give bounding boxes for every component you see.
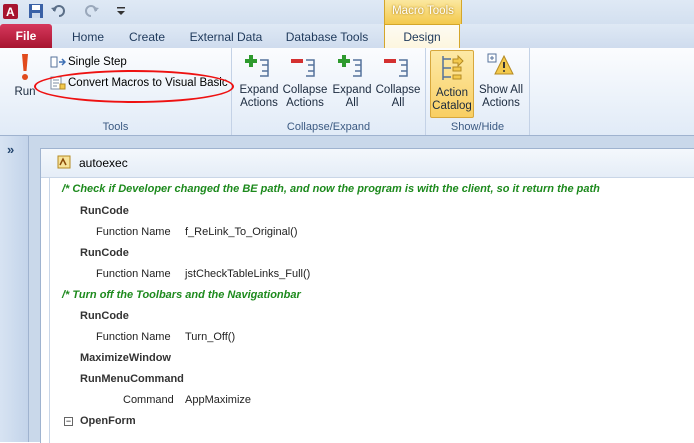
expand-actions-button[interactable]: Expand Actions [236, 52, 282, 110]
action-runcode[interactable]: RunCode [80, 310, 129, 322]
macro-document: autoexec /* Check if Developer changed t… [40, 148, 694, 443]
single-step-label: Single Step [68, 56, 127, 68]
argument-name: Command [123, 394, 174, 406]
show-all-actions-icon [487, 53, 514, 75]
tab-home[interactable]: Home [60, 24, 116, 48]
workspace: » autoexec /* Check if Developer changed… [0, 136, 694, 443]
customize-icon[interactable] [116, 3, 133, 20]
argument-name: Function Name [96, 331, 171, 343]
action-catalog-button[interactable]: Action Catalog [430, 50, 474, 118]
comment-line[interactable]: /* Check if Developer changed the BE pat… [62, 183, 600, 195]
argument-name: Function Name [96, 268, 171, 280]
action-catalog-label-1: Action [436, 87, 468, 99]
tab-design[interactable]: Design [384, 24, 460, 49]
show-all-actions-label-2: Actions [482, 97, 520, 109]
collapse-actions-label-2: Actions [286, 97, 324, 109]
expand-actions-icon [245, 55, 269, 77]
navigation-pane-collapsed: » [0, 136, 29, 442]
argument-value[interactable]: Turn_Off() [185, 331, 235, 343]
collapse-all-label-2: All [391, 97, 405, 109]
context-group-label: Macro Tools [392, 5, 454, 17]
collapse-expand-group-label: Collapse/Expand [286, 121, 371, 133]
action-runcode[interactable]: RunCode [80, 205, 129, 217]
quick-access-toolbar: A Macro Tools [0, 0, 694, 24]
single-step-button[interactable]: Single Step [50, 53, 127, 71]
document-tab-title: autoexec [79, 156, 128, 170]
single-step-icon [50, 56, 67, 68]
tools-group-label: Tools [102, 121, 129, 133]
show-hide-group-label: Show/Hide [450, 121, 505, 133]
macro-editor[interactable]: /* Check if Developer changed the BE pat… [49, 177, 694, 443]
expand-actions-label-1: Expand [239, 84, 279, 96]
collapse-actions-label-1: Collapse [282, 84, 328, 96]
action-catalog-label-2: Catalog [432, 100, 472, 112]
exclamation-icon [22, 54, 28, 80]
collapse-actions-icon [291, 59, 315, 77]
expand-all-icon [338, 55, 362, 77]
collapse-all-label-1: Collapse [375, 84, 421, 96]
svg-text:A: A [6, 5, 15, 19]
ribbon-tabs: File Home Create External Data Database … [0, 24, 694, 49]
expand-all-button[interactable]: Expand All [330, 52, 374, 110]
expand-all-label-1: Expand [332, 84, 372, 96]
tab-external-data[interactable]: External Data [180, 24, 272, 48]
tab-create[interactable]: Create [118, 24, 176, 48]
document-tab[interactable]: autoexec [41, 149, 694, 178]
run-button[interactable]: Run [8, 52, 42, 99]
expand-actions-label-2: Actions [240, 97, 278, 109]
action-openform[interactable]: OpenForm [80, 415, 136, 427]
collapse-toggle-icon[interactable]: − [64, 417, 73, 426]
nav-pane-toggle[interactable]: » [7, 142, 14, 157]
argument-value[interactable]: jstCheckTableLinks_Full() [185, 268, 310, 280]
collapse-actions-button[interactable]: Collapse Actions [282, 52, 328, 110]
show-hide-group: Action Catalog Show All Actions Show/Hid… [426, 48, 530, 135]
action-runmenucommand[interactable]: RunMenuCommand [80, 373, 184, 385]
undo-icon[interactable] [50, 3, 67, 20]
action-maximizewindow[interactable]: MaximizeWindow [80, 352, 171, 364]
argument-value[interactable]: AppMaximize [185, 394, 251, 406]
show-all-actions-button[interactable]: Show All Actions [476, 52, 526, 110]
macro-tools-context-group: Macro Tools [384, 0, 462, 24]
argument-name: Function Name [96, 226, 171, 238]
redo-icon[interactable] [82, 3, 99, 20]
expand-all-label-2: All [345, 97, 359, 109]
comment-line[interactable]: /* Turn off the Toolbars and the Navigat… [62, 289, 301, 301]
annotation-ellipse [34, 70, 234, 103]
tab-database-tools[interactable]: Database Tools [276, 24, 378, 48]
action-runcode[interactable]: RunCode [80, 247, 129, 259]
show-all-actions-label-1: Show All [478, 84, 524, 96]
collapse-all-icon [384, 59, 408, 77]
macro-icon [57, 155, 71, 169]
access-app-icon[interactable]: A [2, 3, 19, 20]
run-label: Run [14, 86, 36, 98]
argument-value[interactable]: f_ReLink_To_Original() [185, 226, 298, 238]
collapse-expand-group: Expand Actions Collapse Actions Expand A… [232, 48, 426, 135]
save-icon[interactable] [28, 3, 45, 20]
tab-file[interactable]: File [0, 24, 52, 48]
action-catalog-icon [442, 54, 464, 80]
collapse-all-button[interactable]: Collapse All [374, 52, 422, 110]
